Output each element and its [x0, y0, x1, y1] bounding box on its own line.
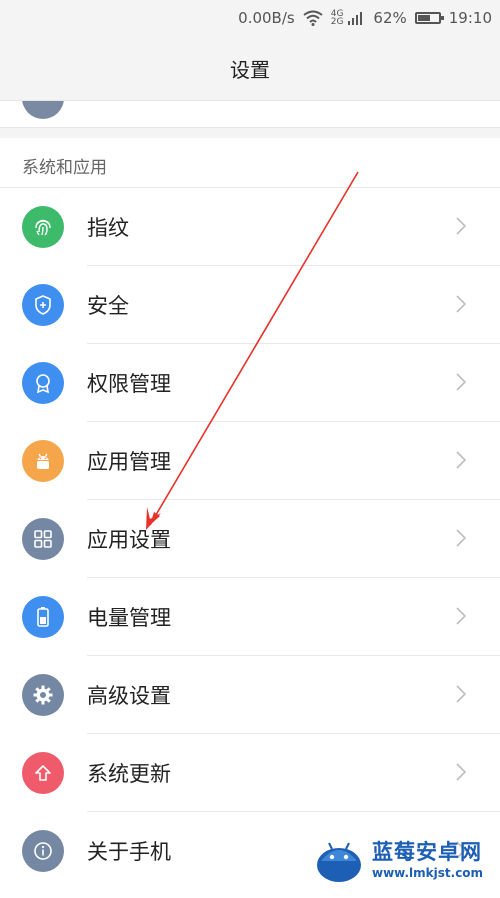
android-icon [22, 440, 64, 482]
settings-row[interactable]: 应用设置 [0, 500, 500, 578]
chevron-right-icon [456, 763, 467, 781]
chevron-right-icon [456, 295, 467, 313]
chevron-right-icon [456, 451, 467, 469]
settings-section: 系统和应用 指纹安全权限管理应用管理应用设置电量管理高级设置系统更新关于手机 [0, 138, 500, 898]
previous-list-item[interactable] [0, 100, 500, 128]
network-type: 4G 2G [330, 9, 344, 27]
settings-row-label: 高级设置 [87, 684, 171, 708]
settings-row-label: 指纹 [87, 216, 129, 240]
settings-row[interactable]: 权限管理 [0, 344, 500, 422]
settings-row[interactable]: 安全 [0, 266, 500, 344]
info-icon [22, 830, 64, 872]
settings-row-label: 安全 [87, 294, 129, 318]
permission-icon [22, 362, 64, 404]
clock: 19:10 [448, 9, 492, 27]
signal-icon [347, 10, 365, 26]
settings-row[interactable]: 高级设置 [0, 656, 500, 734]
shield-icon [22, 284, 64, 326]
settings-row-label: 关于手机 [87, 840, 171, 864]
chevron-right-icon [456, 685, 467, 703]
watermark-logo [312, 831, 366, 885]
watermark-title: 蓝莓安卓网 [372, 840, 482, 864]
settings-row[interactable]: 电量管理 [0, 578, 500, 656]
grid-icon [22, 518, 64, 560]
chevron-right-icon [456, 607, 467, 625]
settings-row-label: 应用设置 [87, 528, 171, 552]
gear-icon [22, 674, 64, 716]
settings-row[interactable]: 应用管理 [0, 422, 500, 500]
settings-row-label: 权限管理 [87, 372, 171, 396]
chevron-right-icon [456, 529, 467, 547]
battery-icon [22, 596, 64, 638]
wifi-icon [303, 10, 323, 26]
battery-icon [414, 12, 444, 24]
fingerprint-icon [22, 206, 64, 248]
status-bar: 0.00B/s 4G 2G 62% 19:10 [0, 0, 500, 36]
battery-percent: 62% [373, 9, 407, 27]
chevron-right-icon [456, 217, 467, 235]
chevron-right-icon [456, 373, 467, 391]
page-title: 设置 [230, 57, 270, 82]
settings-row-label: 系统更新 [87, 762, 171, 786]
previous-item-icon [22, 101, 64, 119]
watermark: 蓝莓安卓网 www.lmkjst.com [312, 827, 500, 889]
settings-row-label: 电量管理 [87, 606, 171, 630]
watermark-url: www.lmkjst.com [372, 866, 484, 880]
network-speed: 0.00B/s [238, 9, 295, 27]
settings-row-label: 应用管理 [87, 450, 171, 474]
settings-row[interactable]: 系统更新 [0, 734, 500, 812]
upload-icon [22, 752, 64, 794]
section-title: 系统和应用 [0, 138, 500, 188]
settings-row[interactable]: 指纹 [0, 188, 500, 266]
